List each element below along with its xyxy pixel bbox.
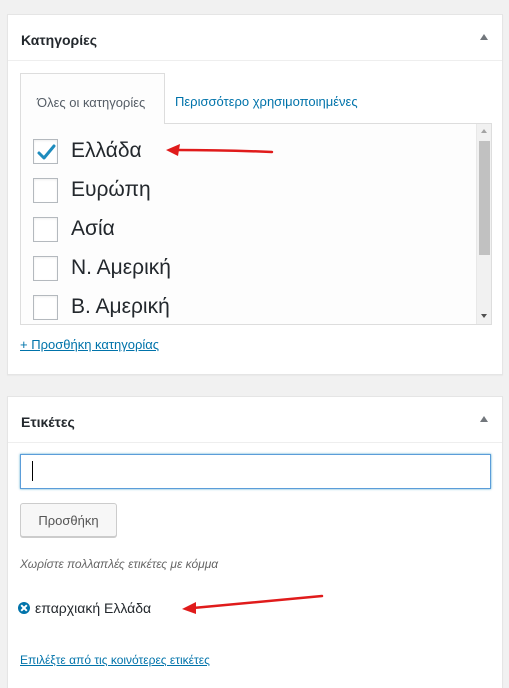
categories-header[interactable]: Κατηγορίες (8, 15, 502, 61)
tag-item: επαρχιακή Ελλάδα (18, 600, 151, 616)
category-item-europe[interactable]: Ευρώπη (33, 177, 151, 203)
tab-most-used[interactable]: Περισσότερο χρησιμοποιημένες (175, 94, 358, 109)
choose-popular-tags-link[interactable]: Επιλέξτε από τις κοινότερες ετικέτες (20, 653, 210, 667)
tab-all-categories[interactable]: Όλες οι κατηγορίες (20, 73, 165, 124)
tags-title: Ετικέτες (21, 414, 75, 430)
category-label: Ασία (71, 217, 115, 240)
tag-hint: Χωρίστε πολλαπλές ετικέτες με κόμμα (20, 557, 219, 571)
category-label: Β. Αμερική (71, 295, 170, 318)
category-checkbox-europe[interactable] (33, 177, 58, 203)
collapse-toggle-icon[interactable] (480, 34, 488, 40)
category-label: Ευρώπη (71, 178, 151, 201)
text-cursor (32, 461, 33, 481)
tab-all-categories-label: Όλες οι κατηγορίες (37, 95, 146, 110)
category-checkbox-asia[interactable] (33, 216, 58, 242)
tag-label: επαρχιακή Ελλάδα (35, 600, 152, 616)
scrollbar-thumb[interactable] (479, 141, 490, 255)
scroll-up-icon[interactable] (481, 129, 487, 133)
category-checkbox-north-america[interactable] (33, 294, 58, 320)
remove-tag-icon[interactable] (18, 602, 30, 614)
category-item-north-america[interactable]: Β. Αμερική (33, 294, 170, 320)
category-label: Ελλάδα (71, 139, 142, 162)
add-tag-button[interactable]: Προσθήκη (20, 503, 117, 537)
scroll-down-icon[interactable] (481, 314, 487, 318)
tags-header[interactable]: Ετικέτες (8, 397, 502, 443)
tags-metabox: Ετικέτες Προσθήκη Χωρίστε πολλαπλές ετικ… (7, 396, 503, 688)
category-checkbox-greece[interactable] (33, 138, 58, 164)
category-label: Ν. Αμερική (71, 256, 171, 279)
collapse-toggle-icon[interactable] (480, 416, 488, 422)
categories-title: Κατηγορίες (21, 32, 98, 48)
category-item-greece[interactable]: Ελλάδα (33, 138, 142, 164)
add-category-link[interactable]: + Προσθήκη κατηγορίας (20, 337, 159, 352)
category-checklist: Ελλάδα Ευρώπη Ασία Ν. Αμερική Β. Αμερική (20, 123, 492, 325)
category-item-south-america[interactable]: Ν. Αμερική (33, 255, 171, 281)
category-item-asia[interactable]: Ασία (33, 216, 115, 242)
categories-metabox: Κατηγορίες Όλες οι κατηγορίες Περισσότερ… (7, 14, 503, 375)
checkmark-icon (37, 144, 56, 159)
category-scrollbar[interactable] (476, 124, 491, 324)
category-checkbox-south-america[interactable] (33, 255, 58, 281)
tag-input[interactable] (20, 454, 491, 489)
